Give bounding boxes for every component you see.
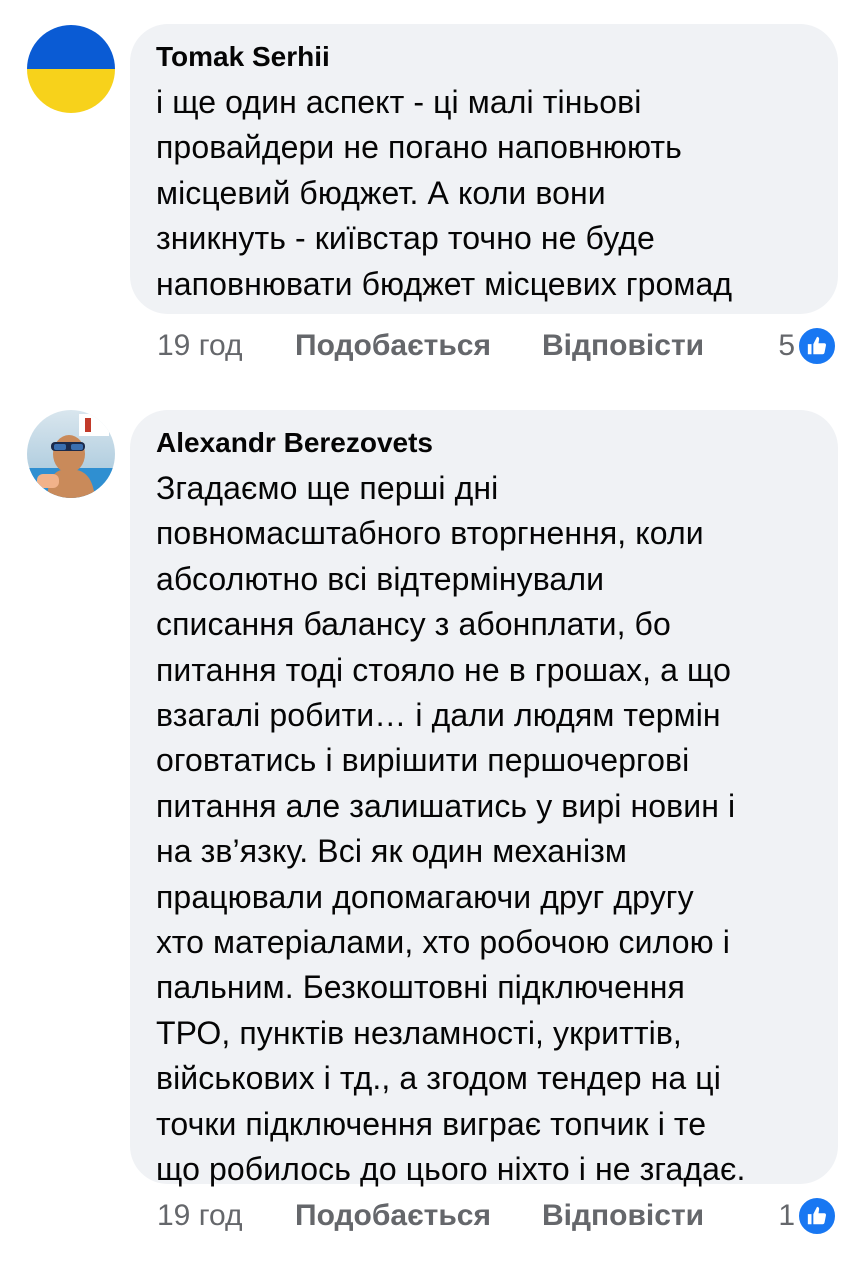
- like-thumb-icon: [797, 326, 837, 366]
- comment-author[interactable]: Alexandr Berezovets: [156, 426, 812, 460]
- comment-bubble: Tomak Serhii і ще один аспект - ці малі …: [130, 24, 838, 314]
- like-thumb-icon: [797, 1196, 837, 1236]
- user-photo-avatar-icon: [27, 410, 115, 498]
- avatar-tomak-serhii[interactable]: [27, 25, 115, 113]
- comment-time[interactable]: 19 год: [157, 1198, 243, 1234]
- comment-author[interactable]: Tomak Serhii: [156, 40, 812, 74]
- reply-button[interactable]: Відповісти: [542, 1198, 704, 1234]
- comment-time[interactable]: 19 год: [157, 328, 243, 364]
- ukraine-flag-avatar-icon: [27, 25, 115, 113]
- comment-text: і ще один аспект - ці малі тіньові прова…: [156, 84, 733, 302]
- comment-bubble: Alexandr Berezovets Згадаємо ще перші дн…: [130, 410, 838, 1187]
- comment-actions: 19 год Подобається Відповісти 5: [0, 324, 865, 368]
- like-button[interactable]: Подобається: [295, 328, 491, 364]
- comment-actions: 19 год Подобається Відповісти 1: [0, 1194, 865, 1238]
- reaction-count: 1: [778, 1199, 795, 1232]
- comment-text: Згадаємо ще перші дні повномасштабного в…: [156, 470, 746, 1188]
- reaction-summary[interactable]: 5: [778, 326, 837, 366]
- avatar-alexandr-berezovets[interactable]: [27, 410, 115, 498]
- reaction-count: 5: [778, 329, 795, 362]
- reaction-summary[interactable]: 1: [778, 1196, 837, 1236]
- reply-button[interactable]: Відповісти: [542, 328, 704, 364]
- like-button[interactable]: Подобається: [295, 1198, 491, 1234]
